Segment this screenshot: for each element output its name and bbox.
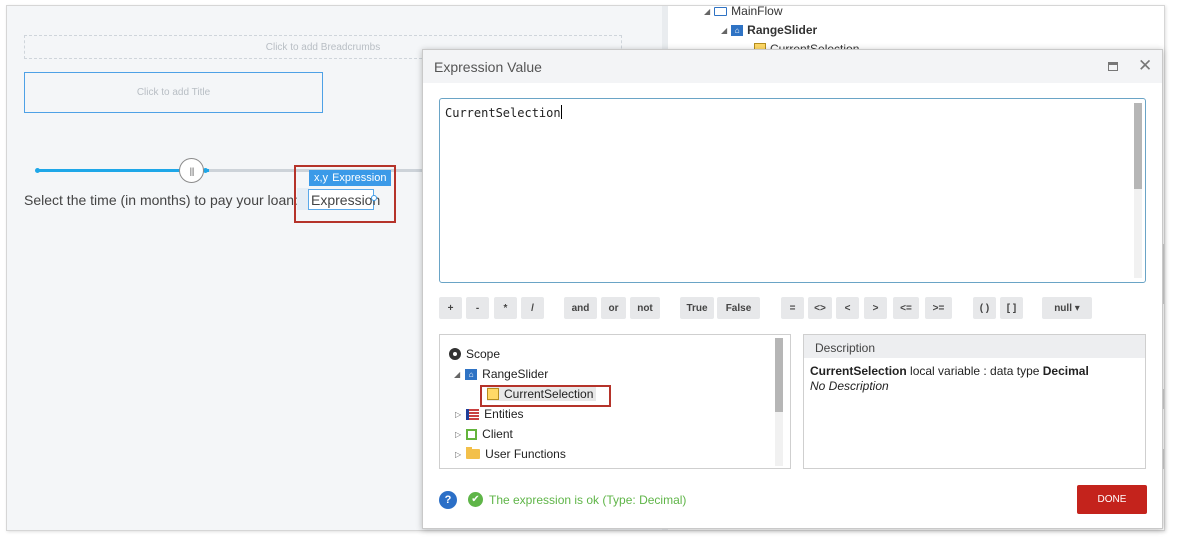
expand-triangle-icon[interactable]: ▷ <box>455 430 461 439</box>
scope-item-label: RangeSlider <box>482 367 549 381</box>
operator-plus-button[interactable]: + <box>439 297 462 319</box>
tree-item-label: MainFlow <box>731 5 783 18</box>
selection-highlight-box <box>480 385 611 407</box>
scope-item-label: User Functions <box>485 447 566 461</box>
operator-greater-than-button[interactable]: > <box>864 297 887 319</box>
scope-item-rangeslider[interactable]: ◢ ⌂ RangeSlider <box>454 367 548 381</box>
dialog-header[interactable]: Expression Value ✕ <box>423 50 1162 83</box>
scope-item-user-functions[interactable]: ▷ User Functions <box>455 447 566 461</box>
operator-or-button[interactable]: or <box>601 297 626 319</box>
operator-and-button[interactable]: and <box>564 297 597 319</box>
done-button[interactable]: DONE <box>1077 485 1147 514</box>
scope-scrollbar[interactable] <box>775 338 783 466</box>
flow-icon <box>714 6 728 16</box>
collapse-triangle-icon[interactable]: ◢ <box>454 370 460 379</box>
expression-resize-handle[interactable] <box>371 195 377 201</box>
entities-icon <box>466 408 480 420</box>
description-type: Decimal <box>1042 364 1089 378</box>
parentheses-button[interactable]: ( ) <box>973 297 996 319</box>
expand-triangle-icon[interactable]: ▷ <box>455 410 461 419</box>
expression-tag[interactable]: x,y Expression <box>309 170 392 186</box>
expression-value-dialog: Expression Value ✕ CurrentSelection + - … <box>422 49 1163 529</box>
loan-label: Select the time (in months) to pay your … <box>24 192 298 208</box>
description-header: Description <box>804 335 1145 358</box>
collapse-triangle-icon[interactable]: ◢ <box>704 7 710 16</box>
operator-greater-equal-button[interactable]: >= <box>925 297 952 319</box>
editor-scrollbar[interactable] <box>1134 103 1142 278</box>
operator-less-than-button[interactable]: < <box>836 297 859 319</box>
description-note: No Description <box>810 379 889 393</box>
folder-icon <box>466 447 481 459</box>
editor-scrollbar-thumb[interactable] <box>1134 103 1142 189</box>
help-icon[interactable]: ? <box>439 491 457 509</box>
collapse-triangle-icon[interactable]: ◢ <box>721 26 727 35</box>
tree-item-mainflow[interactable]: ◢ MainFlow <box>704 5 783 18</box>
expression-text: CurrentSelection <box>445 106 561 120</box>
range-slider-handle[interactable]: ||| <box>179 158 204 183</box>
block-icon: ⌂ <box>731 24 744 36</box>
literal-false-button[interactable]: False <box>717 297 760 319</box>
checkmark-icon: ✔ <box>468 492 483 507</box>
close-icon[interactable]: ✕ <box>1138 56 1152 76</box>
client-icon <box>466 428 478 440</box>
literal-true-button[interactable]: True <box>680 297 714 319</box>
operator-divide-button[interactable]: / <box>521 297 544 319</box>
scope-item-label: Entities <box>484 407 524 421</box>
tree-item-rangeslider[interactable]: ◢ ⌂ RangeSlider <box>721 23 817 37</box>
expand-triangle-icon[interactable]: ▷ <box>455 450 461 459</box>
variable-icon: x,y <box>314 172 329 184</box>
operator-less-equal-button[interactable]: <= <box>893 297 919 319</box>
brackets-button[interactable]: [ ] <box>1000 297 1023 319</box>
scope-item-entities[interactable]: ▷ Entities <box>455 407 524 421</box>
scope-radio-icon <box>449 348 461 360</box>
range-slider-start-dot <box>35 168 40 173</box>
expression-editor[interactable]: CurrentSelection <box>439 98 1146 283</box>
description-kind: local variable : data type <box>906 364 1043 378</box>
description-summary: CurrentSelection local variable : data t… <box>810 364 1089 378</box>
tree-item-label: RangeSlider <box>747 23 818 37</box>
scope-root[interactable]: Scope <box>449 347 500 361</box>
operator-equals-button[interactable]: = <box>781 297 804 319</box>
operator-not-button[interactable]: not <box>630 297 660 319</box>
description-panel: Description CurrentSelection local varia… <box>803 334 1146 469</box>
expression-widget[interactable]: Expression <box>308 189 380 210</box>
scope-label: Scope <box>466 347 501 361</box>
description-name: CurrentSelection <box>810 364 907 378</box>
title-placeholder[interactable]: Click to add Title <box>24 72 323 113</box>
block-icon: ⌂ <box>465 368 478 380</box>
null-dropdown-button[interactable]: null ▾ <box>1042 297 1092 319</box>
scope-scrollbar-thumb[interactable] <box>775 338 783 412</box>
operator-not-equals-button[interactable]: <> <box>808 297 832 319</box>
operator-multiply-button[interactable]: * <box>494 297 517 319</box>
validation-status: The expression is ok (Type: Decimal) <box>489 493 687 507</box>
scope-item-label: Client <box>482 427 513 441</box>
maximize-icon[interactable] <box>1108 62 1118 71</box>
dialog-title: Expression Value <box>434 59 542 75</box>
scope-item-client[interactable]: ▷ Client <box>455 427 513 441</box>
expression-tag-label: Expression <box>332 172 387 184</box>
text-caret <box>560 105 562 119</box>
operator-minus-button[interactable]: - <box>466 297 489 319</box>
